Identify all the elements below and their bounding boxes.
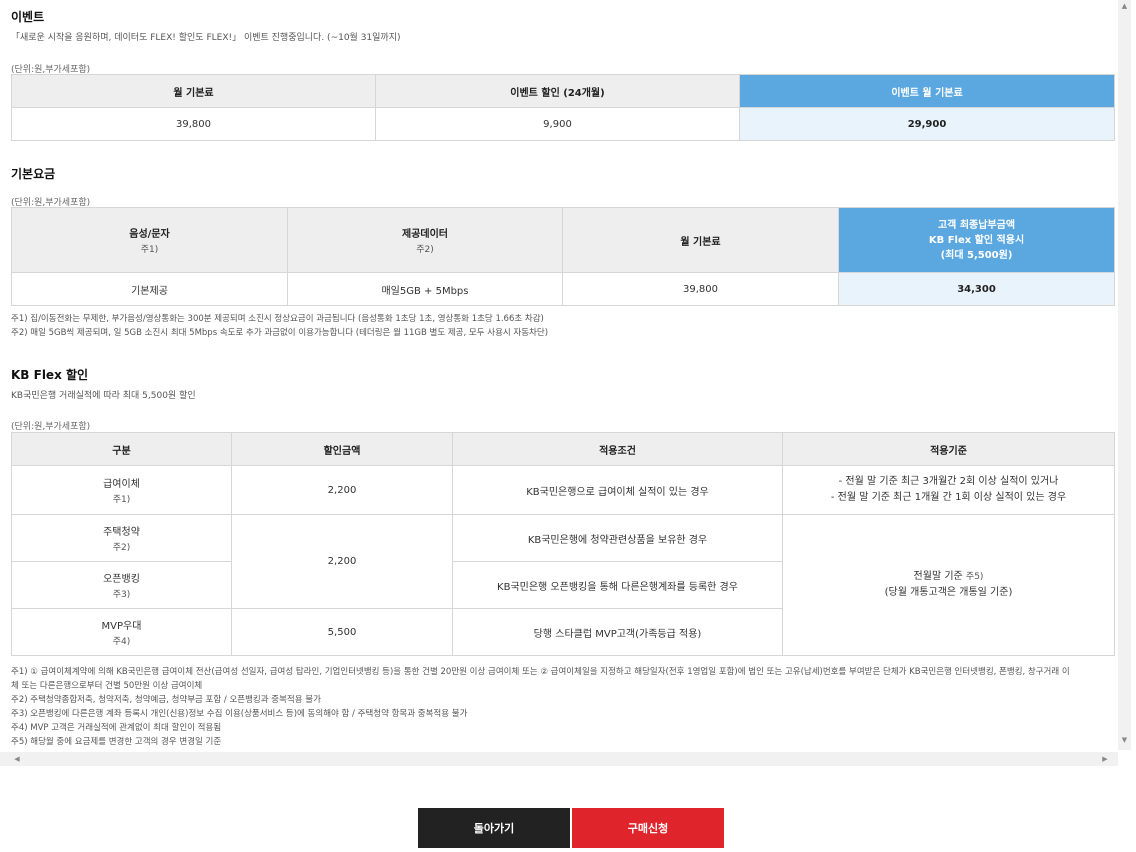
row-name: 오픈뱅킹 주3)	[11, 561, 232, 609]
note-line: 주4) MVP 고객은 거래실적에 관계없이 최대 할인이 적용됨	[11, 723, 222, 733]
basic-fee-table: 음성/문자 주1) 제공데이터 주2) 월 기본료 고객 최종납부금액 KB Fle…	[11, 207, 1115, 306]
row-criteria: - 전월 말 기준 최근 3개월간 2회 이상 실적이 있거나 - 전월 말 기준…	[782, 465, 1115, 515]
row-condition: KB국민은행으로 급여이체 실적이 있는 경우	[452, 465, 783, 515]
table-row: 급여이체 주1) 2,200 KB국민은행으로 급여이체 실적이 있는 경우 - …	[11, 465, 1115, 515]
value-event-discount: 9,900	[375, 107, 740, 141]
horizontal-scrollbar[interactable]: ◀ ▶	[0, 752, 1118, 766]
row-condition: 당행 스타클럽 MVP고객(가족등급 적용)	[452, 608, 783, 656]
note-line: 주1) ① 급여이체계약에 의해 KB국민은행 급여이체 전산(급여성 선일자,…	[11, 667, 1070, 677]
row-condition: KB국민은행 오픈뱅킹을 통해 다른은행계좌를 등록한 경우	[452, 561, 783, 609]
row-amount: 2,200	[231, 465, 453, 515]
header-condition: 적용조건	[452, 432, 783, 466]
header-voice-sms: 음성/문자 주1)	[11, 207, 288, 273]
value-basic-monthly-fee: 39,800	[562, 272, 839, 306]
basic-fee-notes: 주1) 집/이동전화는 무제한, 부가음성/영상통화는 300분 제공되며 소진…	[11, 312, 548, 340]
scroll-right-icon[interactable]: ▶	[1098, 752, 1112, 766]
row-name: 급여이체 주1)	[11, 465, 232, 515]
purchase-button[interactable]: 구매신청	[572, 808, 724, 848]
back-button[interactable]: 돌아가기	[418, 808, 570, 848]
note-line: 체 또는 다른은행으로부터 건별 50만원 이상 급여이체	[11, 681, 203, 691]
vertical-scrollbar-thumb[interactable]	[1120, 0, 1129, 726]
value-final-payment: 34,300	[838, 272, 1115, 306]
kbflex-description: KB국민은행 거래실적에 따라 최대 5,500원 할인	[11, 391, 196, 401]
basic-fee-title: 기본요금	[11, 167, 56, 181]
header-final-payment: 고객 최종납부금액 KB Flex 할인 적용시 (최대 5,500원)	[838, 207, 1115, 273]
row-name: MVP우대 주4)	[11, 608, 232, 656]
event-table: 월 기본료 이벤트 할인 (24개월) 이벤트 월 기본료 39,800 9,9…	[11, 74, 1115, 141]
row-condition: KB국민은행에 청약관련상품을 보유한 경우	[452, 514, 783, 562]
row-criteria: 전월말 기준 주5) (당월 개통고객은 개통일 기준)	[782, 514, 1115, 656]
row-amount: 5,500	[231, 608, 453, 656]
note-line: 주5) 해당월 중에 요금제를 변경한 고객의 경우 변경일 기준	[11, 737, 222, 747]
header-event-discount: 이벤트 할인 (24개월)	[375, 74, 740, 108]
header-criteria: 적용기준	[782, 432, 1115, 466]
kbflex-unit: (단위:원,부가세포함)	[11, 422, 91, 432]
header-basic-monthly-fee: 월 기본료	[562, 207, 839, 273]
row-amount: 2,200	[231, 514, 453, 609]
value-data: 매일5GB + 5Mbps	[287, 272, 563, 306]
scroll-left-icon[interactable]: ◀	[10, 752, 24, 766]
vertical-scrollbar[interactable]: ▲ ▼	[1118, 0, 1131, 750]
header-event-monthly-fee: 이벤트 월 기본료	[739, 74, 1115, 108]
kbflex-notes: 주1) ① 급여이체계약에 의해 KB국민은행 급여이체 전산(급여성 선일자,…	[11, 665, 1114, 749]
header-category: 구분	[11, 432, 232, 466]
header-data: 제공데이터 주2)	[287, 207, 563, 273]
event-title: 이벤트	[11, 10, 45, 24]
scroll-up-icon[interactable]: ▲	[1118, 0, 1131, 12]
row-name: 주택청약 주2)	[11, 514, 232, 562]
kbflex-table: 구분 할인금액 적용조건 적용기준 급여이체 주1) 2,200 KB국민은행으로…	[11, 432, 1115, 656]
scroll-down-icon[interactable]: ▼	[1118, 734, 1131, 746]
header-monthly-fee: 월 기본료	[11, 74, 376, 108]
header-discount-amount: 할인금액	[231, 432, 453, 466]
value-event-monthly-fee: 29,900	[739, 107, 1115, 141]
scroll-area[interactable]: 이벤트 「새로운 시작을 응원하며, 데이터도 FLEX! 할인도 FLEX!」…	[0, 0, 1118, 750]
note-line: 주2) 매일 5GB씩 제공되며, 일 5GB 소진시 최대 5Mbps 속도로…	[11, 328, 549, 338]
table-row: 주택청약 주2) 2,200 KB국민은행에 청약관련상품을 보유한 경우 전월말…	[11, 514, 1115, 656]
value-voice-sms: 기본제공	[11, 272, 288, 306]
note-line: 주1) 집/이동전화는 무제한, 부가음성/영상통화는 300분 제공되며 소진…	[11, 314, 544, 324]
event-description: 「새로운 시작을 응원하며, 데이터도 FLEX! 할인도 FLEX!」 이벤트…	[11, 33, 401, 43]
note-line: 주2) 주택청약종합저축, 청약저축, 청약예금, 청약부금 포함 / 오픈뱅킹…	[11, 695, 321, 705]
value-monthly-fee: 39,800	[11, 107, 376, 141]
kbflex-title: KB Flex 할인	[11, 368, 89, 382]
note-line: 주3) 오픈뱅킹에 다른은행 계좌 등록시 개인(신용)정보 수집 이용(상품서…	[11, 709, 468, 719]
